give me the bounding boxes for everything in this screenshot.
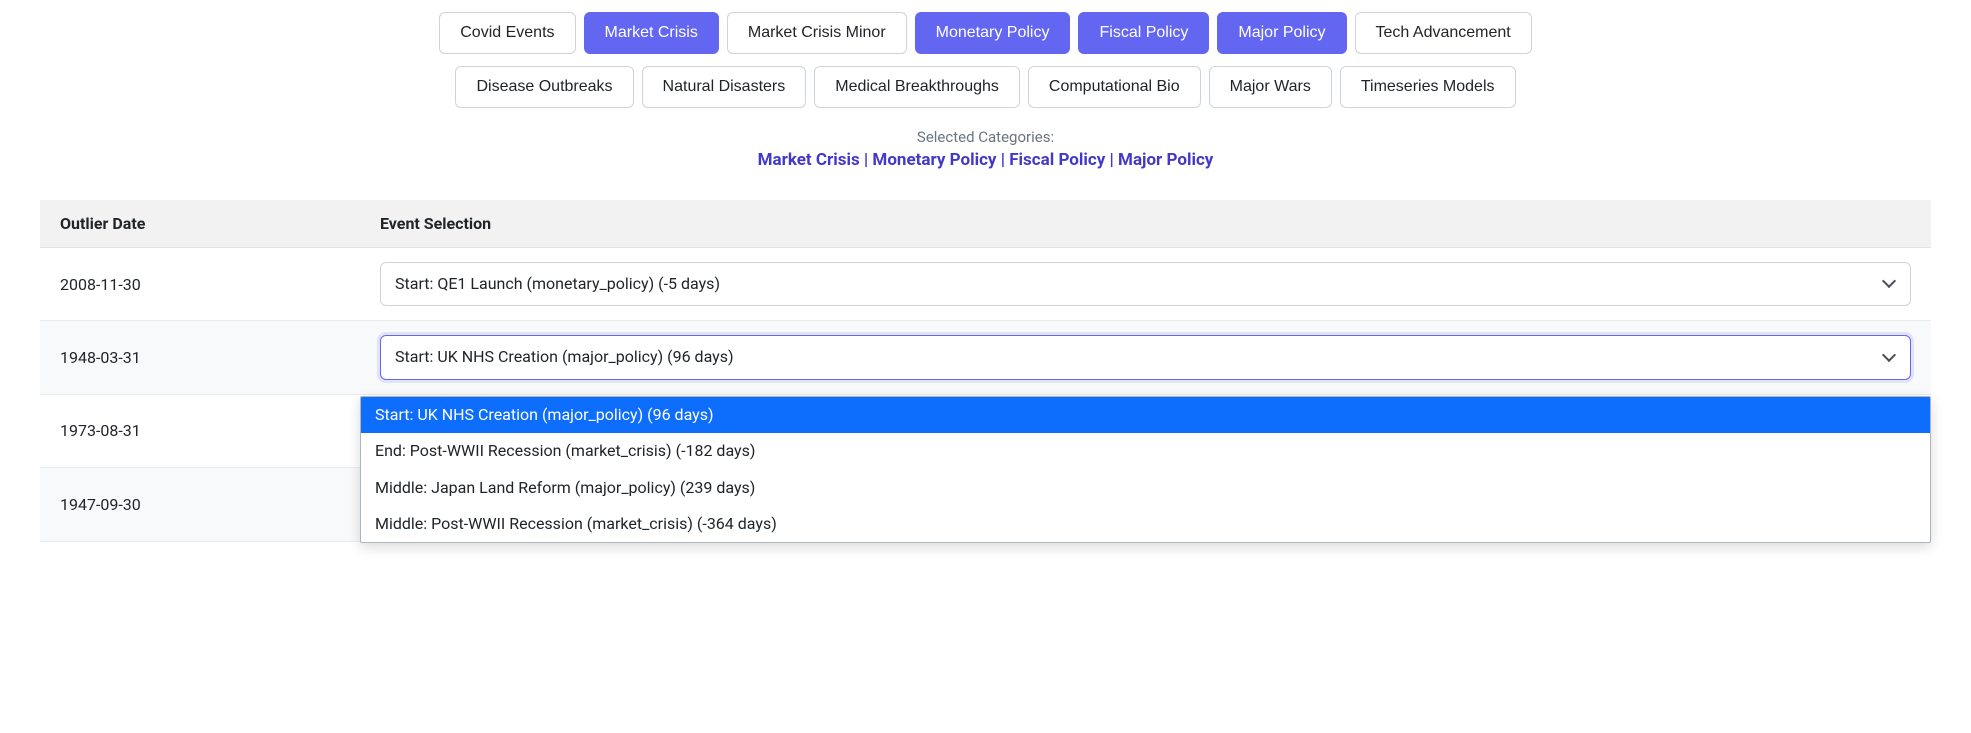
outlier-date-cell: 1947-09-30 <box>40 468 360 541</box>
event-select-option[interactable]: Start: UK NHS Creation (major_policy) (9… <box>361 397 1930 433</box>
event-select-option[interactable]: Middle: Japan Land Reform (major_policy)… <box>361 470 1930 506</box>
filter-button[interactable]: Tech Advancement <box>1355 12 1532 54</box>
selected-summary: Selected Categories: Market Crisis | Mon… <box>40 128 1931 170</box>
filter-button[interactable]: Disease Outbreaks <box>455 66 633 108</box>
header-outlier-date: Outlier Date <box>40 200 360 248</box>
outlier-date-cell: 1948-03-31 <box>40 321 360 394</box>
selected-summary-values: Market Crisis | Monetary Policy | Fiscal… <box>40 150 1931 170</box>
table-row: 2008-11-30 Start: QE1 Launch (monetary_po… <box>40 248 1931 321</box>
event-selection-cell: Start: UK NHS Creation (major_policy) (9… <box>360 321 1931 394</box>
filter-row-2: Disease OutbreaksNatural DisastersMedica… <box>40 66 1931 108</box>
filter-button[interactable]: Market Crisis <box>584 12 719 54</box>
filter-button[interactable]: Major Wars <box>1209 66 1332 108</box>
outlier-date-cell: 2008-11-30 <box>40 248 360 321</box>
event-select-option[interactable]: End: Post-WWII Recession (market_crisis)… <box>361 433 1930 469</box>
outlier-table-body: 2008-11-30 Start: QE1 Launch (monetary_po… <box>40 248 1931 542</box>
chevron-down-icon <box>1884 354 1896 362</box>
outlier-date-cell: 1973-08-31 <box>40 394 360 467</box>
outlier-table: Outlier Date Event Selection 2008-11-30 S… <box>40 200 1931 542</box>
outlier-table-container: Outlier Date Event Selection 2008-11-30 S… <box>40 200 1931 542</box>
event-select[interactable]: Start: UK NHS Creation (major_policy) (9… <box>380 335 1911 379</box>
event-select-value: Start: UK NHS Creation (major_policy) (9… <box>395 347 734 366</box>
header-event-selection: Event Selection <box>360 200 1931 248</box>
filter-button[interactable]: Monetary Policy <box>915 12 1071 54</box>
filter-button[interactable]: Timeseries Models <box>1340 66 1516 108</box>
filter-button[interactable]: Fiscal Policy <box>1078 12 1209 54</box>
selected-summary-label: Selected Categories: <box>40 128 1931 146</box>
event-select[interactable]: Start: QE1 Launch (monetary_policy) (-5 … <box>380 262 1911 306</box>
filter-button[interactable]: Medical Breakthroughs <box>814 66 1020 108</box>
chevron-down-icon <box>1884 280 1896 288</box>
event-select-option[interactable]: Middle: Post-WWII Recession (market_cris… <box>361 506 1930 542</box>
filter-row-1: Covid EventsMarket CrisisMarket Crisis M… <box>40 12 1931 54</box>
event-selection-cell: Start: QE1 Launch (monetary_policy) (-5 … <box>360 248 1931 321</box>
filter-button[interactable]: Major Policy <box>1217 12 1346 54</box>
event-select-value: Start: QE1 Launch (monetary_policy) (-5 … <box>395 274 720 293</box>
filter-button[interactable]: Natural Disasters <box>642 66 807 108</box>
filter-button[interactable]: Market Crisis Minor <box>727 12 907 54</box>
filter-button[interactable]: Computational Bio <box>1028 66 1201 108</box>
event-select-dropdown: Start: UK NHS Creation (major_policy) (9… <box>360 396 1931 544</box>
filter-button[interactable]: Covid Events <box>439 12 575 54</box>
table-row: 1948-03-31 Start: UK NHS Creation (major_… <box>40 321 1931 394</box>
